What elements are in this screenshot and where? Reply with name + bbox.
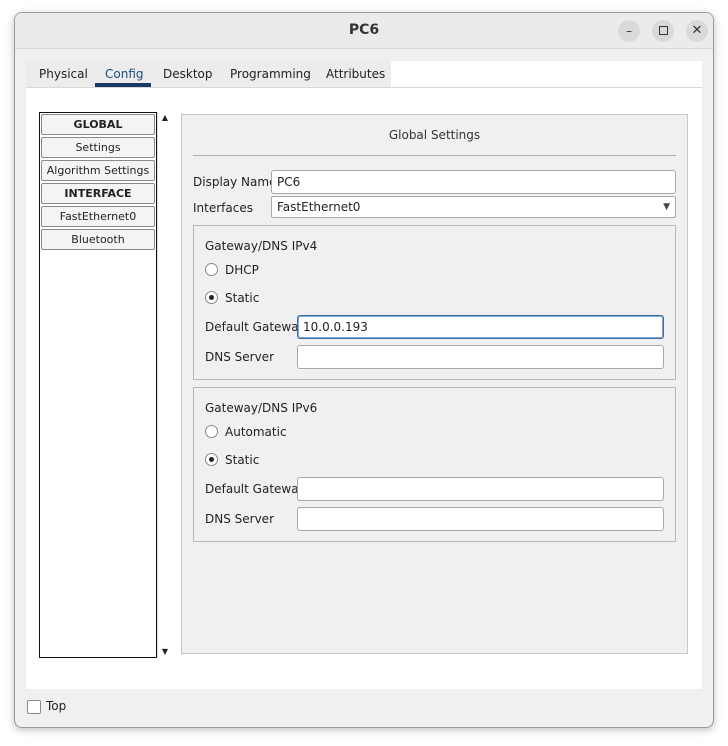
sidebar-scrollbar[interactable]: ▲ ▼ — [157, 112, 171, 658]
sidebar-item-fastethernet0[interactable]: FastEthernet0 — [41, 206, 155, 227]
close-button[interactable]: ✕ — [686, 20, 708, 42]
ipv4-default-gateway-label: Default Gateway — [205, 320, 306, 334]
tab-panel-border — [26, 87, 702, 88]
ipv6-static-label[interactable]: Static — [225, 453, 259, 467]
close-icon: ✕ — [691, 23, 703, 38]
display-name-input[interactable]: PC6 — [271, 170, 676, 194]
ipv6-static-radio[interactable] — [205, 453, 218, 466]
ipv6-dns-server-label: DNS Server — [205, 512, 274, 526]
top-checkbox-label[interactable]: Top — [46, 699, 66, 713]
pc6-config-window: PC6 – ✕ Physical Config Desktop Programm… — [14, 12, 714, 728]
ipv4-group-title: Gateway/DNS IPv4 — [205, 239, 318, 253]
ipv6-group-title: Gateway/DNS IPv6 — [205, 401, 318, 415]
ipv6-automatic-label[interactable]: Automatic — [225, 425, 287, 439]
title-bar[interactable]: PC6 – ✕ — [15, 13, 713, 49]
ipv4-static-radio[interactable] — [205, 291, 218, 304]
ipv6-default-gateway-label: Default Gateway — [205, 482, 306, 496]
minimize-button[interactable]: – — [618, 20, 640, 42]
ipv4-dns-server-input[interactable] — [297, 345, 664, 369]
dropdown-arrow-icon: ▼ — [663, 202, 670, 212]
ipv4-static-label[interactable]: Static — [225, 291, 259, 305]
ipv4-dhcp-label[interactable]: DHCP — [225, 263, 259, 277]
tab-programming[interactable]: Programming — [230, 67, 311, 81]
sidebar-header-interface: INTERFACE — [41, 183, 155, 204]
interfaces-select[interactable]: FastEthernet0 ▼ — [271, 196, 676, 218]
minimize-icon: – — [626, 24, 632, 38]
ipv6-gateway-group: Gateway/DNS IPv6 Automatic Static Defaul… — [193, 387, 676, 542]
tab-physical[interactable]: Physical — [39, 67, 88, 81]
radio-selected-dot-icon — [209, 457, 214, 462]
tab-config[interactable]: Config — [105, 67, 144, 81]
sidebar-item-settings[interactable]: Settings — [41, 137, 155, 158]
interfaces-select-value: FastEthernet0 — [277, 200, 361, 214]
ipv6-default-gateway-input[interactable] — [297, 477, 664, 501]
sidebar-header-global: GLOBAL — [41, 114, 155, 135]
scroll-down-arrow-icon[interactable]: ▼ — [158, 646, 172, 658]
ipv4-default-gateway-input[interactable]: 10.0.0.193 — [297, 315, 664, 339]
window-title: PC6 — [348, 22, 380, 38]
panel-title: Global Settings — [388, 128, 481, 142]
radio-selected-dot-icon — [209, 295, 214, 300]
tab-attributes[interactable]: Attributes — [326, 67, 385, 81]
ipv6-automatic-radio[interactable] — [205, 425, 218, 438]
sidebar-item-algorithm-settings[interactable]: Algorithm Settings — [41, 160, 155, 181]
global-settings-panel: Global Settings Display Name PC6 Interfa… — [181, 114, 688, 654]
ipv6-dns-server-input[interactable] — [297, 507, 664, 531]
sidebar-item-bluetooth[interactable]: Bluetooth — [41, 229, 155, 250]
tab-bar: Physical Config Desktop Programming Attr… — [26, 61, 391, 87]
scroll-up-arrow-icon[interactable]: ▲ — [158, 112, 172, 124]
maximize-button[interactable] — [652, 20, 674, 42]
tab-desktop[interactable]: Desktop — [163, 67, 213, 81]
ipv4-gateway-group: Gateway/DNS IPv4 DHCP Static Default Gat… — [193, 225, 676, 380]
display-name-label: Display Name — [193, 175, 277, 189]
interfaces-label: Interfaces — [193, 201, 253, 215]
panel-divider — [193, 155, 676, 156]
config-sidebar: GLOBAL Settings Algorithm Settings INTER… — [39, 112, 157, 658]
ipv4-dns-server-label: DNS Server — [205, 350, 274, 364]
maximize-icon — [658, 26, 668, 35]
top-checkbox[interactable] — [27, 700, 41, 714]
ipv4-dhcp-radio[interactable] — [205, 263, 218, 276]
main-content: Physical Config Desktop Programming Attr… — [26, 61, 702, 689]
